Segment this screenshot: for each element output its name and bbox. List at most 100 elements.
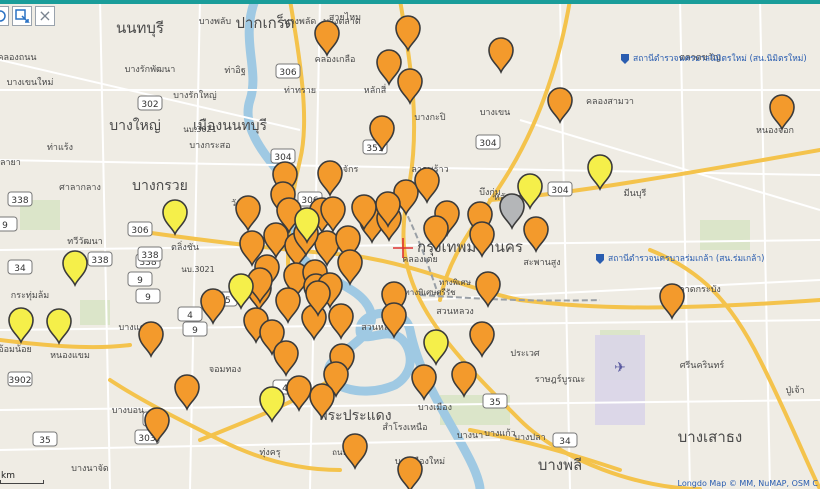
road-shield: 306 [127, 221, 153, 237]
road-shield-number: 34 [14, 264, 26, 274]
road-label-text: นบ.3021 [181, 265, 214, 274]
road-shield: 9 [127, 271, 153, 287]
place-label: หนองจอก [756, 126, 794, 136]
airport-area: ✈ [595, 335, 645, 425]
road-shield: 338 [87, 251, 113, 267]
road-shield: 302 [137, 95, 163, 111]
road-shield-number: 338 [141, 251, 158, 261]
road-shield: 304 [547, 181, 573, 197]
police-station-label: สถานีตำรวจนครบาลนิมิตรใหม่ (สน.นิมิตรใหม… [633, 53, 807, 64]
place-label: บางกรวย [132, 178, 188, 194]
place-label: สะพานสูง [523, 258, 560, 268]
road-shield-number: 9 [145, 293, 151, 303]
place-label: ศาลากลาง [59, 183, 101, 193]
place-label: นนทบุรี [116, 19, 164, 38]
place-label: จอมทอง [209, 365, 241, 375]
road-shield: 338 [7, 191, 33, 207]
road-shield-number: 338 [11, 196, 28, 206]
place-label: บางนา [457, 431, 483, 441]
select-area-icon [15, 9, 30, 23]
map-toolbar: × [0, 6, 55, 26]
place-label: บางเขน [480, 108, 511, 118]
road-shield: 34 [552, 432, 578, 448]
road-label-text: นบ.3021 [183, 125, 216, 134]
road-shield-number: 304 [551, 186, 568, 196]
place-label: กระทุ่มล้ม [11, 290, 49, 301]
place-label: พระประแดง [318, 408, 391, 424]
place-label: บางเสาธง [678, 428, 742, 446]
place-label: บางพลัด [284, 17, 317, 27]
place-label: บางแก้ว [484, 428, 515, 439]
place-label: บางเขนใหม่ [7, 77, 54, 88]
place-label: บางใหญ่ [109, 117, 161, 134]
place-label: คลองสามวา [586, 97, 634, 107]
close-button[interactable]: × [35, 6, 55, 26]
road-label: นบ.3021 [181, 265, 214, 274]
road-shield-number: 35 [39, 436, 50, 446]
place-label: บางกระสอ [189, 141, 230, 151]
road-shield-number: 9 [2, 221, 8, 231]
place-label: บางพลี [538, 456, 582, 474]
place-label: บางรักใหญ่ [173, 90, 217, 101]
place-label: อ้อมน้อย [0, 344, 32, 355]
scale-bar [0, 480, 44, 484]
place-label: คลองเตย [402, 255, 438, 265]
road-shield: 9 [0, 216, 18, 232]
place-label: บางปลา [514, 433, 545, 443]
place-label: หนองแขม [50, 351, 90, 361]
road-shield-number: 338 [91, 256, 108, 266]
place-label: สวนหลวง [436, 307, 474, 317]
place-label: ท่าอิฐ [224, 65, 245, 76]
road-label: ทางพิเศษศรีรัช [404, 288, 456, 297]
road-shield-number: 302 [141, 100, 158, 110]
place-label: บางกะปิ [414, 112, 445, 123]
road-shield: 304 [475, 134, 501, 150]
place-label: ศรีนครินทร์ [680, 359, 725, 371]
place-label: คลองถนน [0, 53, 37, 63]
top-accent-strip [0, 0, 820, 4]
road-shield-number: 35 [489, 398, 500, 408]
place-label: บางบอน [112, 406, 144, 416]
select-area-button[interactable] [12, 6, 32, 26]
place-label: ราษฎร์บูรณะ [535, 373, 586, 385]
place-label: ปู่เจ้า [785, 385, 804, 396]
road-shield-number: 3902 [9, 376, 32, 386]
road-shield: 338 [137, 246, 163, 262]
place-label: ประเวศ [510, 349, 540, 359]
road-shield: 9 [135, 288, 161, 304]
road-label-text: ทางพิเศษ [439, 278, 471, 287]
police-station-label: สถานีตำรวจนครบาลร่มเกล้า (สน.ร่มเกล้า) [608, 253, 764, 264]
place-label: ศาลายา [0, 158, 21, 168]
toolbar-button-partial[interactable] [0, 6, 9, 26]
road-shield: 304 [270, 148, 296, 164]
road-shield-number: 304 [479, 139, 496, 149]
place-label: ท่าแร้ง [47, 142, 73, 153]
police-station[interactable]: สถานีตำรวจนครบาลร่มเกล้า (สน.ร่มเกล้า) [596, 253, 764, 264]
police-station[interactable]: สถานีตำรวจนครบาลนิมิตรใหม่ (สน.นิมิตรใหม… [621, 53, 807, 64]
place-label: ทวีวัฒนา [67, 236, 102, 247]
close-icon: × [38, 6, 52, 25]
road-shield: 34 [7, 259, 33, 275]
svg-text:✈: ✈ [614, 360, 626, 376]
place-label: บางรักพัฒนา [125, 65, 176, 75]
place-label: สำโรงเหนือ [382, 422, 427, 433]
road-label: ทางพิเศษ [439, 278, 471, 287]
road-shield: 9 [182, 321, 208, 337]
road-shield-number: 9 [137, 276, 143, 286]
road-shield-number: 306 [131, 226, 148, 236]
road-shield-number: 306 [279, 68, 296, 78]
road-label: นบ.3021 [183, 125, 216, 134]
road-shield-number: 9 [192, 326, 198, 336]
road-shield: 306 [275, 63, 301, 79]
place-label: ท่าทราย [284, 86, 316, 96]
road-shield-number: 4 [187, 311, 193, 321]
partial-icon [0, 10, 6, 22]
road-shield: 35 [32, 431, 58, 447]
road-label-text: ทางพิเศษศรีรัช [404, 288, 456, 297]
map-attribution[interactable]: Longdo Map © MM, NuMAP, OSM C [678, 479, 818, 488]
road-shield: 3902 [7, 371, 33, 387]
map-canvas[interactable]: ✈ นนทบุรี ปากเกร็ดบางพลับ บางตลาดคลองเกลือ… [0, 0, 820, 489]
place-label: บางพลับ [199, 17, 232, 27]
place-label: ลาดกระบัง [679, 285, 721, 295]
road-shield-number: 34 [559, 437, 571, 447]
